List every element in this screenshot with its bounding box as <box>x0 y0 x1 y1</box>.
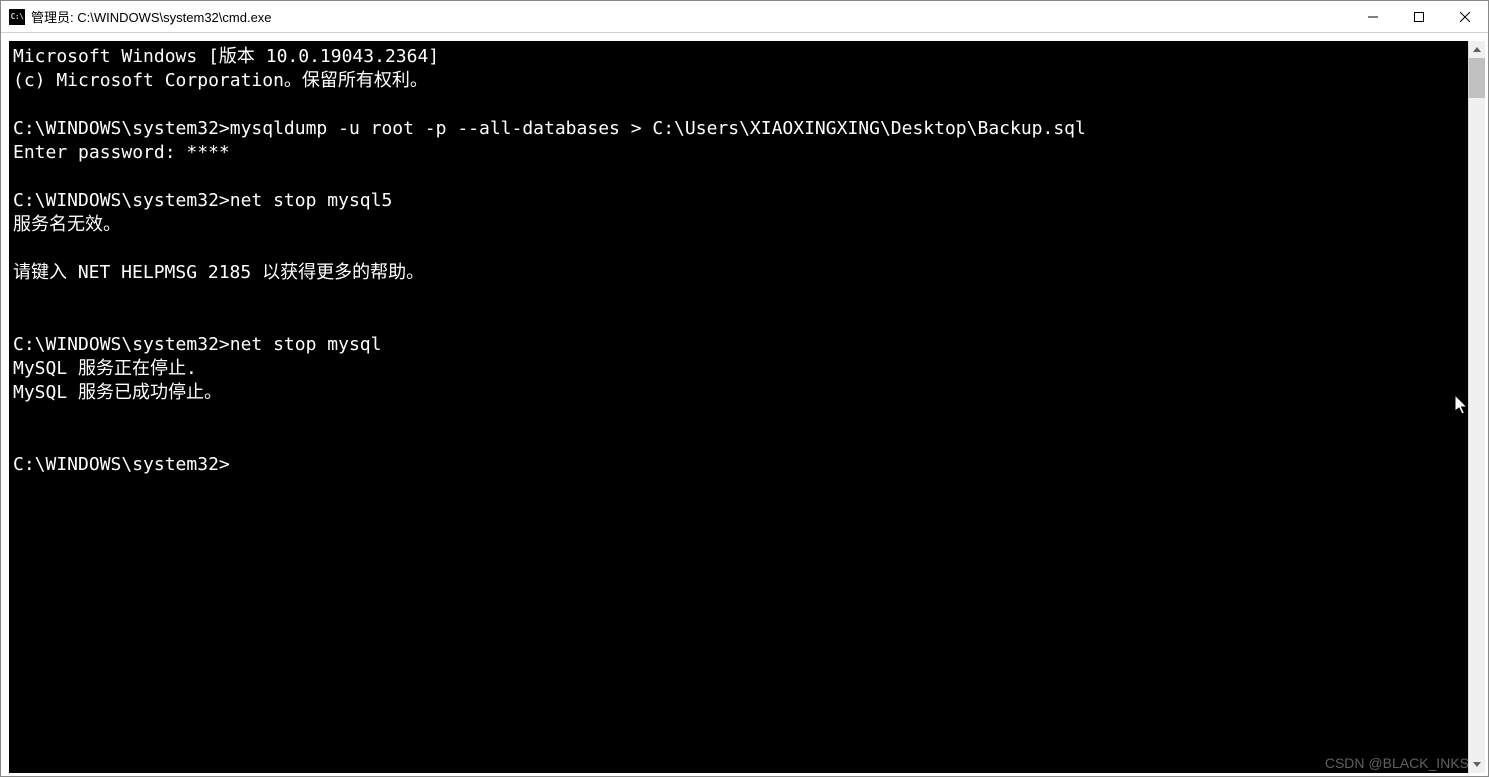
close-button[interactable] <box>1442 1 1488 33</box>
maximize-button[interactable] <box>1396 1 1442 33</box>
titlebar[interactable]: C:\ 管理员: C:\WINDOWS\system32\cmd.exe <box>1 1 1488 33</box>
cmd-icon: C:\ <box>9 9 25 25</box>
scroll-down-button[interactable] <box>1469 756 1485 773</box>
minimize-button[interactable] <box>1350 1 1396 33</box>
window-title: 管理员: C:\WINDOWS\system32\cmd.exe <box>31 7 1350 26</box>
window-controls <box>1350 1 1488 32</box>
scroll-thumb[interactable] <box>1469 58 1485 98</box>
terminal-container: Microsoft Windows [版本 10.0.19043.2364] (… <box>1 33 1488 776</box>
cmd-window: C:\ 管理员: C:\WINDOWS\system32\cmd.exe Mic… <box>0 0 1489 777</box>
vertical-scrollbar[interactable] <box>1468 41 1485 773</box>
scroll-up-button[interactable] <box>1469 41 1485 58</box>
scroll-track[interactable] <box>1469 58 1485 756</box>
terminal-output[interactable]: Microsoft Windows [版本 10.0.19043.2364] (… <box>9 41 1468 773</box>
